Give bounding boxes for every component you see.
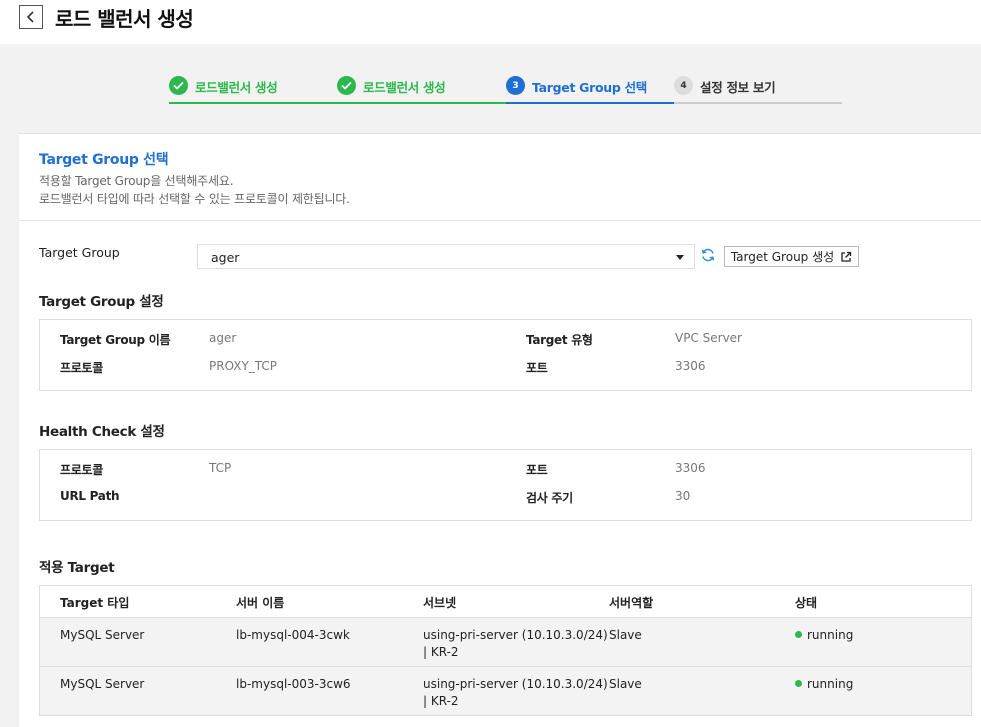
targets-title: 적용 Target bbox=[39, 560, 115, 576]
step-1: 로드밸런서 생성 bbox=[169, 74, 337, 104]
step-label: 설정 정보 보기 bbox=[700, 80, 776, 95]
server-role-cell: Slave bbox=[609, 677, 642, 691]
health-check-title: Health Check 설정 bbox=[39, 424, 165, 440]
subnet-line: using-pri-server (10.10.3.0/24) bbox=[423, 677, 608, 691]
subnet-line: using-pri-server (10.10.3.0/24) bbox=[423, 628, 608, 642]
hc-port-value: 3306 bbox=[675, 461, 706, 475]
subnet-cell: using-pri-server (10.10.3.0/24) | KR-2 bbox=[423, 627, 608, 661]
external-link-icon bbox=[841, 251, 852, 262]
targets-table: Target 타입 서버 이름 서브넷 서버역할 상태 MySQL Server… bbox=[39, 585, 972, 716]
status-cell: running bbox=[795, 627, 853, 644]
tg-type-value: VPC Server bbox=[675, 331, 742, 345]
tg-protocol-key: 프로토콜 bbox=[60, 361, 103, 375]
step-4: 4 설정 정보 보기 bbox=[674, 74, 842, 104]
tg-name-value: ager bbox=[209, 331, 237, 345]
status-dot-icon bbox=[795, 631, 802, 638]
step-bar bbox=[674, 102, 842, 104]
table-row: MySQL Server lb-mysql-004-3cwk using-pri… bbox=[40, 618, 971, 667]
target-group-label: Target Group bbox=[39, 245, 120, 260]
hc-protocol-value: TCP bbox=[209, 461, 232, 475]
table-header: Target 타입 서버 이름 서브넷 서버역할 상태 bbox=[40, 586, 971, 618]
create-target-group-button[interactable]: Target Group 생성 bbox=[724, 246, 859, 267]
chevron-left-icon bbox=[26, 11, 34, 23]
table-row: MySQL Server lb-mysql-003-3cw6 using-pri… bbox=[40, 667, 971, 715]
check-icon bbox=[337, 76, 356, 95]
section-title: Target Group 선택 bbox=[39, 152, 169, 168]
target-group-select[interactable]: ager bbox=[197, 244, 695, 269]
tg-port-value: 3306 bbox=[675, 359, 706, 373]
tg-protocol-value: PROXY_TCP bbox=[209, 359, 278, 373]
column-header: Target 타입 bbox=[60, 596, 130, 610]
page-header: 로드 밸런서 생성 bbox=[0, 0, 981, 44]
target-group-selected: ager bbox=[211, 250, 240, 265]
tg-type-key: Target 유형 bbox=[526, 333, 593, 347]
status-cell: running bbox=[795, 676, 853, 693]
step-bar bbox=[506, 102, 674, 104]
target-type-cell: MySQL Server bbox=[60, 628, 145, 642]
step-bar bbox=[337, 102, 506, 104]
status-text: running bbox=[807, 677, 854, 691]
health-check-box: 프로토콜 TCP 포트 3306 URL Path 검사 주기 30 bbox=[39, 449, 972, 521]
column-header: 서브넷 bbox=[423, 596, 457, 610]
step-label: 로드밸런서 생성 bbox=[195, 80, 278, 95]
subnet-zone: | KR-2 bbox=[423, 645, 459, 659]
tg-settings-title: Target Group 설정 bbox=[39, 294, 164, 310]
hc-port-key: 포트 bbox=[526, 463, 548, 477]
server-name-cell: lb-mysql-004-3cwk bbox=[236, 628, 350, 642]
subnet-cell: using-pri-server (10.10.3.0/24) | KR-2 bbox=[423, 676, 608, 710]
step-bar bbox=[169, 102, 337, 104]
step-2: 로드밸런서 생성 bbox=[337, 74, 506, 104]
hc-interval-key: 검사 주기 bbox=[526, 491, 573, 505]
step-label: Target Group 선택 bbox=[532, 80, 647, 95]
column-header: 서버역할 bbox=[609, 596, 654, 610]
step-number: 3 bbox=[506, 76, 525, 95]
tg-name-key: Target Group 이름 bbox=[60, 333, 171, 347]
column-header: 상태 bbox=[795, 596, 818, 610]
hc-protocol-key: 프로토콜 bbox=[60, 463, 103, 477]
server-role-cell: Slave bbox=[609, 628, 642, 642]
check-icon bbox=[169, 76, 188, 95]
server-name-cell: lb-mysql-003-3cw6 bbox=[236, 677, 351, 691]
section-description: 로드밸런서 타입에 따라 선택할 수 있는 프로토콜이 제한됩니다. bbox=[39, 192, 350, 206]
step-label: 로드밸런서 생성 bbox=[363, 80, 446, 95]
divider bbox=[19, 220, 981, 221]
tg-settings-box: Target Group 이름 ager Target 유형 VPC Serve… bbox=[39, 319, 972, 391]
step-progress: 로드밸런서 생성 로드밸런서 생성 3 Target Group 선택 4 설정… bbox=[169, 74, 842, 104]
caret-down-icon bbox=[676, 255, 684, 260]
hc-interval-value: 30 bbox=[675, 489, 691, 503]
content-panel: Target Group 선택 적용할 Target Group을 선택해주세요… bbox=[19, 133, 981, 727]
page-title: 로드 밸런서 생성 bbox=[55, 7, 194, 31]
refresh-icon[interactable] bbox=[700, 247, 716, 263]
step-number: 4 bbox=[674, 76, 693, 95]
tg-port-key: 포트 bbox=[526, 361, 548, 375]
create-target-group-label: Target Group 생성 bbox=[730, 250, 835, 264]
column-header: 서버 이름 bbox=[236, 596, 285, 610]
step-3: 3 Target Group 선택 bbox=[506, 74, 674, 104]
target-type-cell: MySQL Server bbox=[60, 677, 145, 691]
section-description: 적용할 Target Group을 선택해주세요. bbox=[39, 174, 234, 188]
status-dot-icon bbox=[795, 680, 802, 687]
hc-url-path-key: URL Path bbox=[60, 489, 120, 503]
back-button[interactable] bbox=[19, 5, 43, 29]
status-text: running bbox=[807, 628, 854, 642]
subnet-zone: | KR-2 bbox=[423, 694, 459, 708]
